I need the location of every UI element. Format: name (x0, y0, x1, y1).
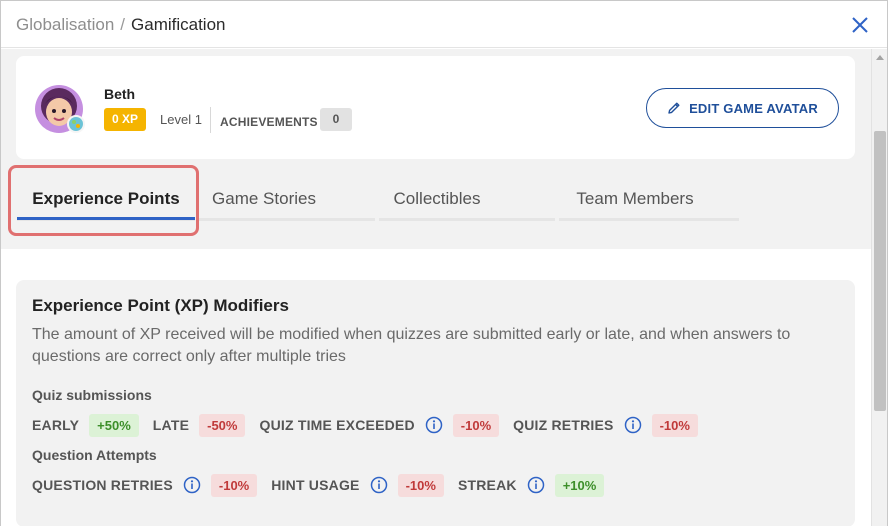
modifier-value-badge: -10% (452, 413, 500, 437)
scrollbar-thumb[interactable] (874, 131, 886, 411)
scroll-up-arrow-icon[interactable] (876, 55, 884, 60)
modifier-value-badge: +50% (89, 413, 139, 437)
modal-header: Globalisation / Gamification (1, 1, 887, 48)
tab-team-members[interactable]: Team Members (545, 189, 725, 221)
divider (210, 107, 211, 133)
modifier-value-badge: -10% (397, 473, 444, 497)
pencil-icon (668, 102, 680, 114)
breadcrumb: Globalisation / Gamification (16, 15, 226, 35)
achievements-label: ACHIEVEMENTS (220, 115, 318, 129)
info-icon[interactable] (183, 476, 201, 494)
tab-collectibles[interactable]: Collectibles (349, 189, 525, 221)
quiz-submissions-label: Quiz submissions (32, 387, 152, 403)
modifier-label: HINT USAGE (271, 477, 360, 493)
modifier-value-badge: +10% (554, 473, 605, 497)
xp-modifiers-card: Experience Point (XP) Modifiers The amou… (16, 280, 855, 526)
scrollbar[interactable] (871, 49, 887, 526)
profile-card: Beth 0 XP Level 1 ACHIEVEMENTS 0 EDIT GA… (16, 56, 855, 159)
question-attempts-row: QUESTION RETRIES -10% HINT USAGE -10% ST… (32, 473, 618, 497)
modifier-label: QUIZ TIME EXCEEDED (259, 417, 415, 433)
info-icon[interactable] (370, 476, 388, 494)
breadcrumb-parent[interactable]: Globalisation (16, 15, 114, 34)
modifier-label: EARLY (32, 417, 80, 433)
info-icon[interactable] (425, 416, 443, 434)
edit-game-avatar-button[interactable]: EDIT GAME AVATAR (646, 88, 839, 128)
modifier-value-badge: -50% (199, 413, 246, 437)
breadcrumb-current: Gamification (131, 15, 226, 34)
modifier-label: QUIZ RETRIES (513, 417, 614, 433)
modifier-label: LATE (152, 417, 190, 433)
modifiers-title: Experience Point (XP) Modifiers (32, 296, 289, 315)
user-name: Beth (104, 86, 136, 102)
modal-body: Beth 0 XP Level 1 ACHIEVEMENTS 0 EDIT GA… (1, 49, 871, 526)
edit-button-label: EDIT GAME AVATAR (689, 100, 818, 116)
breadcrumb-separator: / (120, 15, 126, 34)
modifier-label: STREAK (457, 477, 517, 493)
modifiers-description: The amount of XP received will be modifi… (32, 326, 791, 365)
gamification-modal: Globalisation / Gamification Beth 0 XP L… (0, 0, 888, 526)
avatar (34, 82, 88, 136)
avatar-icon (35, 85, 85, 133)
quiz-submissions-row: EARLY +50% LATE -50% QUIZ TIME EXCEEDED … (32, 413, 712, 437)
tab-highlight-outline (8, 165, 199, 236)
info-icon[interactable] (527, 476, 545, 494)
question-attempts-label: Question Attempts (32, 447, 157, 463)
modifier-label: QUESTION RETRIES (32, 477, 173, 493)
modifier-value-badge: -10% (651, 413, 698, 437)
tab-game-stories[interactable]: Game Stories (176, 189, 352, 221)
xp-badge: 0 XP (104, 108, 147, 131)
tab-content: Experience Point (XP) Modifiers The amou… (1, 249, 871, 526)
modifier-value-badge: -10% (210, 473, 258, 497)
level-text: Level 1 (160, 112, 202, 127)
close-icon (852, 17, 868, 33)
close-button[interactable] (849, 14, 871, 36)
achievements-count-badge: 0 (320, 108, 352, 131)
info-icon[interactable] (624, 416, 642, 434)
